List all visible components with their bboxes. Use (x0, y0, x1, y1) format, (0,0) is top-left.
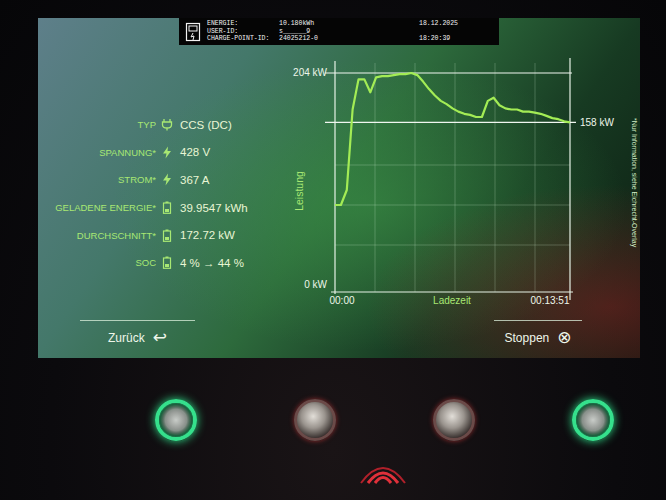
max-line (325, 72, 572, 73)
header-value: 24025212-0 (279, 35, 419, 43)
info-value: 39.9547 kWh (178, 202, 285, 214)
info-icon-cell (156, 173, 178, 186)
charger-icon (185, 22, 201, 42)
battery-icon (161, 256, 173, 269)
hardware-button[interactable] (294, 399, 336, 441)
hardware-button[interactable] (433, 399, 475, 441)
power-chart: 204 kW 0 kW 158 kW Leistung 00:00 Ladezeit 00:… (285, 45, 625, 313)
power-line (335, 73, 570, 205)
y-axis (334, 61, 335, 294)
y-tick: 0 kW (304, 279, 327, 290)
info-icon-cell (156, 118, 178, 131)
info-row: SOC 4 % → 44 % (38, 249, 285, 277)
hardware-buttons (38, 399, 666, 441)
info-row: DURCHSCHNITT* 172.72 kW (38, 221, 285, 249)
x-start-label: 00:00 (329, 295, 354, 306)
hardware-button[interactable] (572, 399, 614, 441)
info-label: GELADENE ENERGIE* (38, 202, 156, 213)
charger-screen: ENERGIE:10.180kWh18.12.2025 USER-ID:s____… (38, 18, 640, 358)
info-row: SPANNUNG* 428 V (38, 139, 285, 167)
eichrecht-note: *Nur Information, siehe Eichrecht-Overla… (631, 118, 638, 247)
hardware-button[interactable] (155, 399, 197, 441)
button-label: Zurück (108, 331, 145, 345)
info-row: TYP CCS (DC) (38, 111, 285, 139)
info-value: 172.72 kW (178, 229, 285, 241)
info-value: 428 V (178, 146, 285, 158)
y-axis-title: Leistung (293, 171, 305, 211)
info-icon-cell (156, 229, 178, 242)
header-right (419, 28, 493, 36)
lightning-icon (161, 173, 173, 186)
plug-icon (161, 118, 173, 131)
header-value: 10.180kWh (279, 20, 419, 28)
header-right: 18:20:39 (419, 35, 493, 43)
x-axis (331, 291, 573, 292)
nfc-icon (358, 455, 408, 485)
header-value: s______9 (279, 28, 419, 36)
info-value: 4 % → 44 % (178, 257, 285, 269)
info-label: SOC (38, 257, 156, 268)
info-row: STROM* 367 A (38, 166, 285, 194)
back-button[interactable]: Zurück ↩ (80, 320, 195, 347)
info-icon-cell (156, 201, 178, 214)
info-icon-cell (156, 146, 178, 159)
current-line (325, 122, 576, 123)
header-label: USER-ID: (207, 28, 279, 36)
x-end-label: 00:13:51 (531, 295, 570, 306)
button-label: Stoppen (505, 331, 550, 345)
y-tick: 204 kW (293, 67, 327, 78)
info-value: CCS (DC) (178, 119, 285, 131)
battery-icon (161, 201, 173, 214)
info-label: STROM* (38, 174, 156, 185)
header-grid: ENERGIE:10.180kWh18.12.2025 USER-ID:s____… (207, 20, 493, 43)
info-value: 367 A (178, 174, 285, 186)
x-axis-title: Ladezeit (433, 295, 471, 306)
info-row: GELADENE ENERGIE* 39.9547 kWh (38, 194, 285, 222)
info-label: DURCHSCHNITT* (38, 230, 156, 241)
header-right: 18.12.2025 (419, 20, 493, 28)
header-label: CHARGE-POINT-ID: (207, 35, 279, 43)
info-icon-cell (156, 256, 178, 269)
back-arrow-icon: ↩ (153, 330, 167, 346)
info-label: TYP (38, 119, 156, 130)
calibration-header: ENERGIE:10.180kWh18.12.2025 USER-ID:s____… (179, 18, 499, 45)
stop-button[interactable]: Stoppen ⊗ (494, 320, 582, 347)
info-panel: TYP CCS (DC) SPANNUNG* 428 V STROM* 367 A GELA… (38, 45, 285, 312)
header-label: ENERGIE: (207, 20, 279, 28)
battery-icon (161, 229, 173, 242)
current-power-label: 158 kW (580, 117, 614, 128)
close-circle-icon: ⊗ (557, 330, 571, 346)
lightning-icon (161, 146, 173, 159)
info-label: SPANNUNG* (38, 147, 156, 158)
